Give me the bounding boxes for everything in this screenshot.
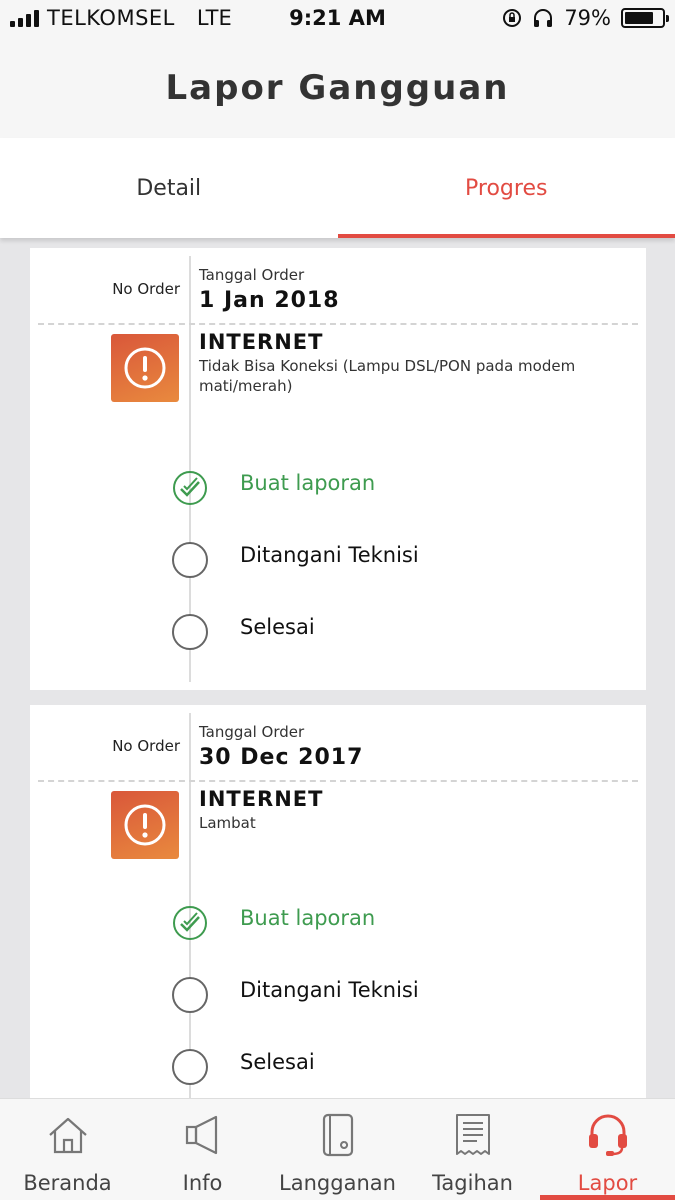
issue-description: Lambat [199,814,256,832]
step-selesai: Selesai [240,615,315,639]
megaphone-icon [185,1115,217,1155]
dashed-divider [38,323,638,325]
tanggal-order-label: Tanggal Order [199,266,305,284]
battery-percent: 79% [564,6,611,30]
home-icon [48,1117,87,1154]
step-buat-laporan: Buat laporan [240,906,376,930]
tab-bar: Detail Progres [0,138,675,238]
step-pending-circle [172,614,208,650]
orientation-lock-icon [503,9,522,27]
nav-label: Lapor [577,1171,638,1195]
nav-langganan[interactable]: Langganan [270,1099,405,1200]
step-pending-circle [172,542,208,578]
step-ditangani-teknisi: Ditangani Teknisi [240,978,419,1002]
exclamation-icon [124,804,166,846]
step-selesai: Selesai [240,1050,315,1074]
check-circle-icon [173,906,207,940]
book-icon [322,1113,353,1157]
dashed-divider [38,780,638,782]
step-ditangani-teknisi: Ditangani Teknisi [240,543,419,567]
no-order-label: No Order [112,737,180,755]
order-date: 30 Dec 2017 [199,745,364,770]
step-pending-circle [172,977,208,1013]
exclamation-icon [124,347,166,389]
tanggal-order-label: Tanggal Order [199,723,305,741]
receipt-icon [455,1114,490,1155]
nav-label: Tagihan [432,1171,513,1195]
nav-lapor[interactable]: Lapor [540,1099,675,1200]
tab-progres[interactable]: Progres [337,138,675,238]
order-date: 1 Jan 2018 [199,288,340,313]
headset-icon [588,1114,627,1156]
report-card: No Order Tanggal Order 1 Jan 2018 INTERN… [30,248,646,690]
tab-detail[interactable]: Detail [0,138,338,238]
check-circle-icon [173,471,207,505]
alert-badge [111,334,179,402]
nav-tagihan[interactable]: Tagihan [405,1099,540,1200]
page-title: Lapor Gangguan [165,68,510,108]
nav-label: Langganan [279,1171,396,1195]
service-name: INTERNET [199,330,324,354]
report-card: No Order Tanggal Order 30 Dec 2017 INTER… [30,705,646,1125]
status-bar: TELKOMSEL LTE 9:21 AM 79% [0,0,675,38]
nav-label: Info [182,1171,223,1195]
alert-badge [111,791,179,859]
service-name: INTERNET [199,787,324,811]
app-header: Lapor Gangguan [0,38,675,138]
step-pending-circle [172,1049,208,1085]
battery-icon [621,8,669,28]
issue-description: Tidak Bisa Koneksi (Lampu DSL/PON pada m… [199,357,576,395]
headphones-icon [534,9,553,27]
step-buat-laporan: Buat laporan [240,471,376,495]
no-order-label: No Order [112,280,180,298]
nav-info[interactable]: Info [135,1099,270,1200]
nav-beranda[interactable]: Beranda [0,1099,135,1200]
status-right: 79% [502,6,669,30]
nav-label: Beranda [23,1171,112,1195]
bottom-nav: Beranda Info Langganan Tagihan Lapor [0,1098,675,1200]
